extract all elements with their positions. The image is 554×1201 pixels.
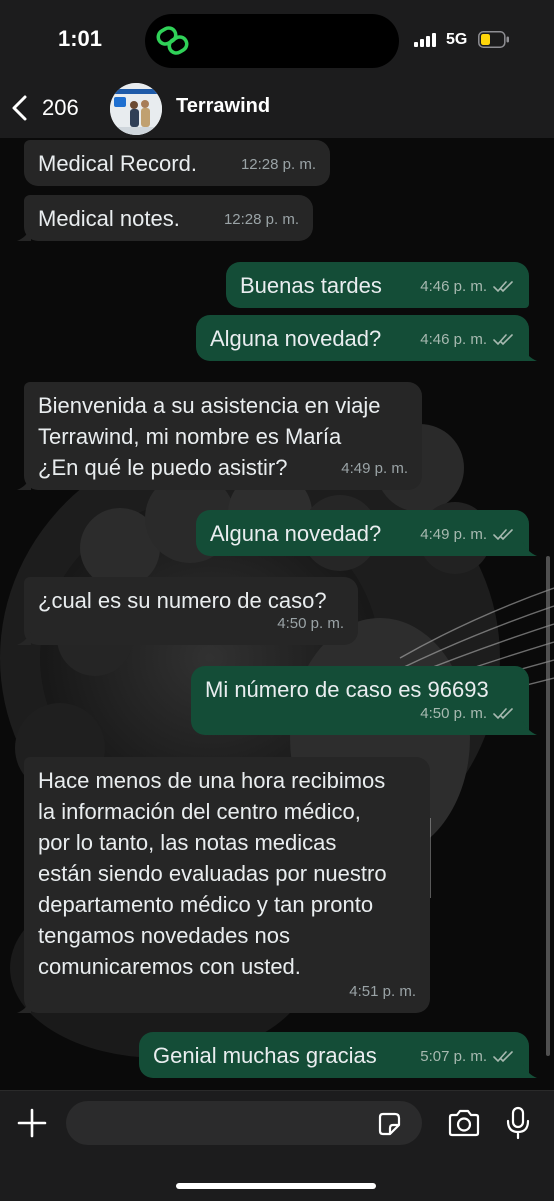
message-text: Hace menos de una hora recibimos la info…: [38, 768, 387, 979]
cellular-signal-icon: [414, 33, 442, 47]
status-bar: 1:01 5G: [0, 0, 554, 80]
message-time: 4:49 p. m.: [420, 526, 487, 543]
message-incoming[interactable]: Bienvenida a su asistencia en viaje Terr…: [17, 382, 422, 490]
contact-name[interactable]: Terrawind: [176, 95, 270, 118]
microphone-icon[interactable]: [505, 1106, 531, 1140]
bubble-tail: [17, 631, 31, 645]
message-incoming[interactable]: ¿cual es su numero de caso? 4:50 p. m.: [17, 577, 358, 645]
unread-chats-count: 206: [42, 95, 79, 120]
avatar-image: [110, 83, 162, 135]
chat-header: 206 Terrawind: [0, 80, 554, 139]
network-type: 5G: [446, 31, 468, 48]
message-outgoing[interactable]: Buenas tardes 4:46 p. m.: [226, 262, 529, 308]
message-outgoing[interactable]: Alguna novedad? 4:46 p. m.: [196, 315, 537, 361]
message-incoming[interactable]: Hace menos de una hora recibimos la info…: [17, 757, 430, 1013]
double-check-read-icon: [493, 1051, 513, 1063]
message-time: 4:46 p. m.: [420, 278, 487, 295]
dynamic-island: [145, 14, 399, 68]
message-time: 4:46 p. m.: [420, 331, 487, 348]
message-time: 12:28 p. m.: [223, 211, 299, 228]
message-time: 4:50 p. m.: [420, 705, 487, 722]
bubble-tail: [17, 999, 31, 1013]
battery-icon: [478, 31, 509, 48]
link-rings-icon: [156, 26, 189, 55]
double-check-read-icon: [493, 334, 513, 346]
plus-icon[interactable]: [16, 1107, 48, 1139]
double-check-read-icon: [493, 708, 513, 720]
message-outgoing[interactable]: Mi número de caso es 96693 4:50 p. m.: [191, 666, 537, 735]
sticker-icon[interactable]: [376, 1111, 402, 1137]
chevron-left-icon: [12, 95, 27, 121]
camera-icon[interactable]: [447, 1109, 481, 1137]
message-outgoing[interactable]: Alguna novedad? 4:49 p. m.: [196, 510, 537, 556]
message-time: 12:28 p. m.: [240, 156, 316, 173]
status-time: 1:01: [58, 26, 103, 51]
message-incoming[interactable]: Medical Record. 12:28 p. m.: [24, 140, 330, 186]
bubble-tail: [523, 347, 537, 361]
message-incoming[interactable]: Medical notes. 12:28 p. m.: [17, 195, 313, 241]
message-time: 4:49 p. m.: [341, 460, 408, 477]
contact-avatar[interactable]: [110, 83, 162, 135]
message-time: 5:07 p. m.: [420, 1048, 487, 1065]
home-indicator: [176, 1183, 376, 1189]
message-time: 4:51 p. m.: [349, 983, 416, 1000]
back-button[interactable]: 206: [8, 84, 79, 132]
bubble-tail: [523, 721, 537, 735]
message-composer: [0, 1090, 554, 1201]
chat-scrollbar[interactable]: [546, 556, 550, 1056]
bubble-tail: [17, 476, 31, 490]
bubble-tail: [17, 227, 31, 241]
message-time: 4:50 p. m.: [277, 615, 344, 632]
double-check-read-icon: [493, 529, 513, 541]
bubble-tail: [523, 542, 537, 556]
bubble-tail: [523, 1064, 537, 1078]
message-input[interactable]: [66, 1101, 422, 1145]
double-check-read-icon: [493, 281, 513, 293]
message-outgoing[interactable]: Genial muchas gracias 5:07 p. m.: [139, 1032, 537, 1078]
chat-messages-area[interactable]: Medical Record. 12:28 p. m. Medical note…: [0, 138, 554, 1090]
